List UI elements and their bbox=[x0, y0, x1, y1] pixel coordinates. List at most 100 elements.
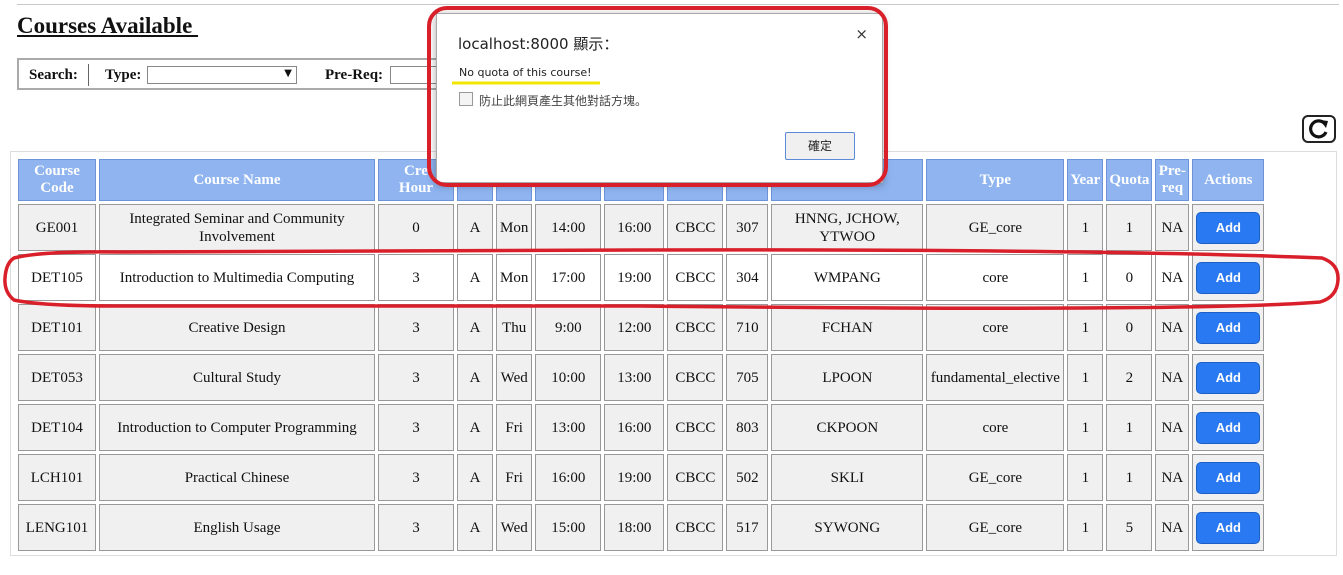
table-cell: CBCC bbox=[667, 454, 724, 501]
table-cell: FCHAN bbox=[771, 304, 924, 351]
prereq-select[interactable] bbox=[390, 66, 440, 84]
add-course-button[interactable]: Add bbox=[1196, 211, 1261, 244]
table-cell: NA bbox=[1155, 404, 1190, 451]
table-cell: Integrated Seminar and Community Involve… bbox=[99, 204, 375, 251]
add-course-button[interactable]: Add bbox=[1196, 411, 1261, 444]
table-cell: CBCC bbox=[667, 304, 724, 351]
table-cell: 1 bbox=[1067, 504, 1104, 551]
table-cell: LENG101 bbox=[18, 504, 96, 551]
table-cell: Wed bbox=[496, 504, 533, 551]
table-cell: 3 bbox=[378, 304, 454, 351]
table-cell: 10:00 bbox=[535, 354, 602, 401]
table-cell: 1 bbox=[1106, 404, 1153, 451]
table-cell: 3 bbox=[378, 454, 454, 501]
actions-cell: Add bbox=[1192, 504, 1265, 551]
table-cell: core bbox=[926, 304, 1065, 351]
search-label: Search: bbox=[29, 67, 78, 83]
table-cell: Fri bbox=[496, 404, 533, 451]
table-cell: 1 bbox=[1067, 304, 1104, 351]
suppress-dialogs-checkbox[interactable] bbox=[459, 92, 473, 106]
table-cell: 517 bbox=[726, 504, 769, 551]
table-row: DET053 Cultural Study 3 A Wed 10:00 13:00 CBCC 7… bbox=[18, 354, 1265, 401]
table-cell: A bbox=[457, 204, 493, 251]
table-cell: 13:00 bbox=[535, 404, 602, 451]
table-cell: 0 bbox=[378, 204, 454, 251]
table-cell: 15:00 bbox=[535, 504, 602, 551]
table-cell: NA bbox=[1155, 454, 1190, 501]
table-cell: 1 bbox=[1106, 454, 1153, 501]
table-cell: 13:00 bbox=[604, 354, 665, 401]
column-header: Actions bbox=[1192, 159, 1265, 201]
table-cell: DET104 bbox=[18, 404, 96, 451]
table-cell: 1 bbox=[1067, 354, 1104, 401]
table-cell: 16:00 bbox=[604, 204, 665, 251]
column-header: Type bbox=[926, 159, 1065, 201]
table-cell: A bbox=[457, 504, 493, 551]
close-icon[interactable]: × bbox=[855, 25, 868, 43]
table-cell: LCH101 bbox=[18, 454, 96, 501]
table-cell: GE_core bbox=[926, 504, 1065, 551]
column-header: Course Code bbox=[18, 159, 96, 201]
table-cell: 16:00 bbox=[535, 454, 602, 501]
table-row: DET101 Creative Design 3 A Thu 9:00 12:00 CBCC 7… bbox=[18, 304, 1265, 351]
top-divider bbox=[17, 4, 1339, 5]
table-cell: SKLI bbox=[771, 454, 924, 501]
column-header: Year bbox=[1067, 159, 1104, 201]
table-cell: DET105 bbox=[18, 254, 96, 301]
table-cell: Mon bbox=[496, 204, 533, 251]
table-cell: 705 bbox=[726, 354, 769, 401]
table-cell: fundamental_elective bbox=[926, 354, 1065, 401]
courses-table: Course CodeCourse NameCre HourTimeTimetu… bbox=[15, 156, 1267, 554]
table-cell: HNNG, JCHOW, YTWOO bbox=[771, 204, 924, 251]
type-label: Type: bbox=[105, 67, 142, 83]
table-cell: SYWONG bbox=[771, 504, 924, 551]
table-cell: DET053 bbox=[18, 354, 96, 401]
actions-cell: Add bbox=[1192, 204, 1265, 251]
table-cell: 710 bbox=[726, 304, 769, 351]
column-header: Quota bbox=[1106, 159, 1153, 201]
table-cell: 3 bbox=[378, 254, 454, 301]
chevron-down-icon: ▼ bbox=[284, 68, 292, 79]
table-cell: CBCC bbox=[667, 254, 724, 301]
table-cell: core bbox=[926, 404, 1065, 451]
actions-cell: Add bbox=[1192, 404, 1265, 451]
suppress-dialogs-label: 防止此網頁產生其他對話方塊。 bbox=[479, 94, 648, 108]
table-cell: 2 bbox=[1106, 354, 1153, 401]
actions-cell: Add bbox=[1192, 254, 1265, 301]
table-cell: NA bbox=[1155, 304, 1190, 351]
dialog-message: No quota of this course! bbox=[459, 66, 592, 79]
add-course-button[interactable]: Add bbox=[1196, 511, 1261, 544]
add-course-button[interactable]: Add bbox=[1196, 461, 1261, 494]
table-cell: A bbox=[457, 404, 493, 451]
table-cell: 0 bbox=[1106, 304, 1153, 351]
search-bar: Search: Type: ▼ Pre-Req: bbox=[17, 58, 447, 90]
page-title: Courses Available bbox=[17, 13, 199, 38]
table-row: DET105 Introduction to Multimedia Computi… bbox=[18, 254, 1265, 301]
table-cell: 9:00 bbox=[535, 304, 602, 351]
table-cell: 1 bbox=[1067, 404, 1104, 451]
add-course-button[interactable]: Add bbox=[1196, 361, 1261, 394]
table-cell: 307 bbox=[726, 204, 769, 251]
type-select[interactable]: ▼ bbox=[147, 66, 297, 84]
column-header: Pre- req bbox=[1155, 159, 1190, 201]
table-cell: 16:00 bbox=[604, 404, 665, 451]
table-cell: GE_core bbox=[926, 454, 1065, 501]
table-cell: Introduction to Multimedia Computing bbox=[99, 254, 375, 301]
prereq-label: Pre-Req: bbox=[325, 67, 384, 83]
table-cell: NA bbox=[1155, 254, 1190, 301]
table-row: GE001 Integrated Seminar and Community In… bbox=[18, 204, 1265, 251]
table-cell: 14:00 bbox=[535, 204, 602, 251]
table-cell: LPOON bbox=[771, 354, 924, 401]
add-course-button[interactable]: Add bbox=[1196, 311, 1261, 344]
table-cell: Practical Chinese bbox=[99, 454, 375, 501]
table-row: LENG101 English Usage 3 A Wed 15:00 18:00 CBCC 5… bbox=[18, 504, 1265, 551]
add-course-button[interactable]: Add bbox=[1196, 261, 1261, 294]
table-cell: CKPOON bbox=[771, 404, 924, 451]
table-cell: 12:00 bbox=[604, 304, 665, 351]
table-cell: 19:00 bbox=[604, 454, 665, 501]
refresh-button[interactable] bbox=[1302, 115, 1336, 143]
actions-cell: Add bbox=[1192, 454, 1265, 501]
table-cell: 0 bbox=[1106, 254, 1153, 301]
ok-button[interactable]: 確定 bbox=[785, 132, 855, 160]
table-row: DET104 Introduction to Computer Programmi… bbox=[18, 404, 1265, 451]
